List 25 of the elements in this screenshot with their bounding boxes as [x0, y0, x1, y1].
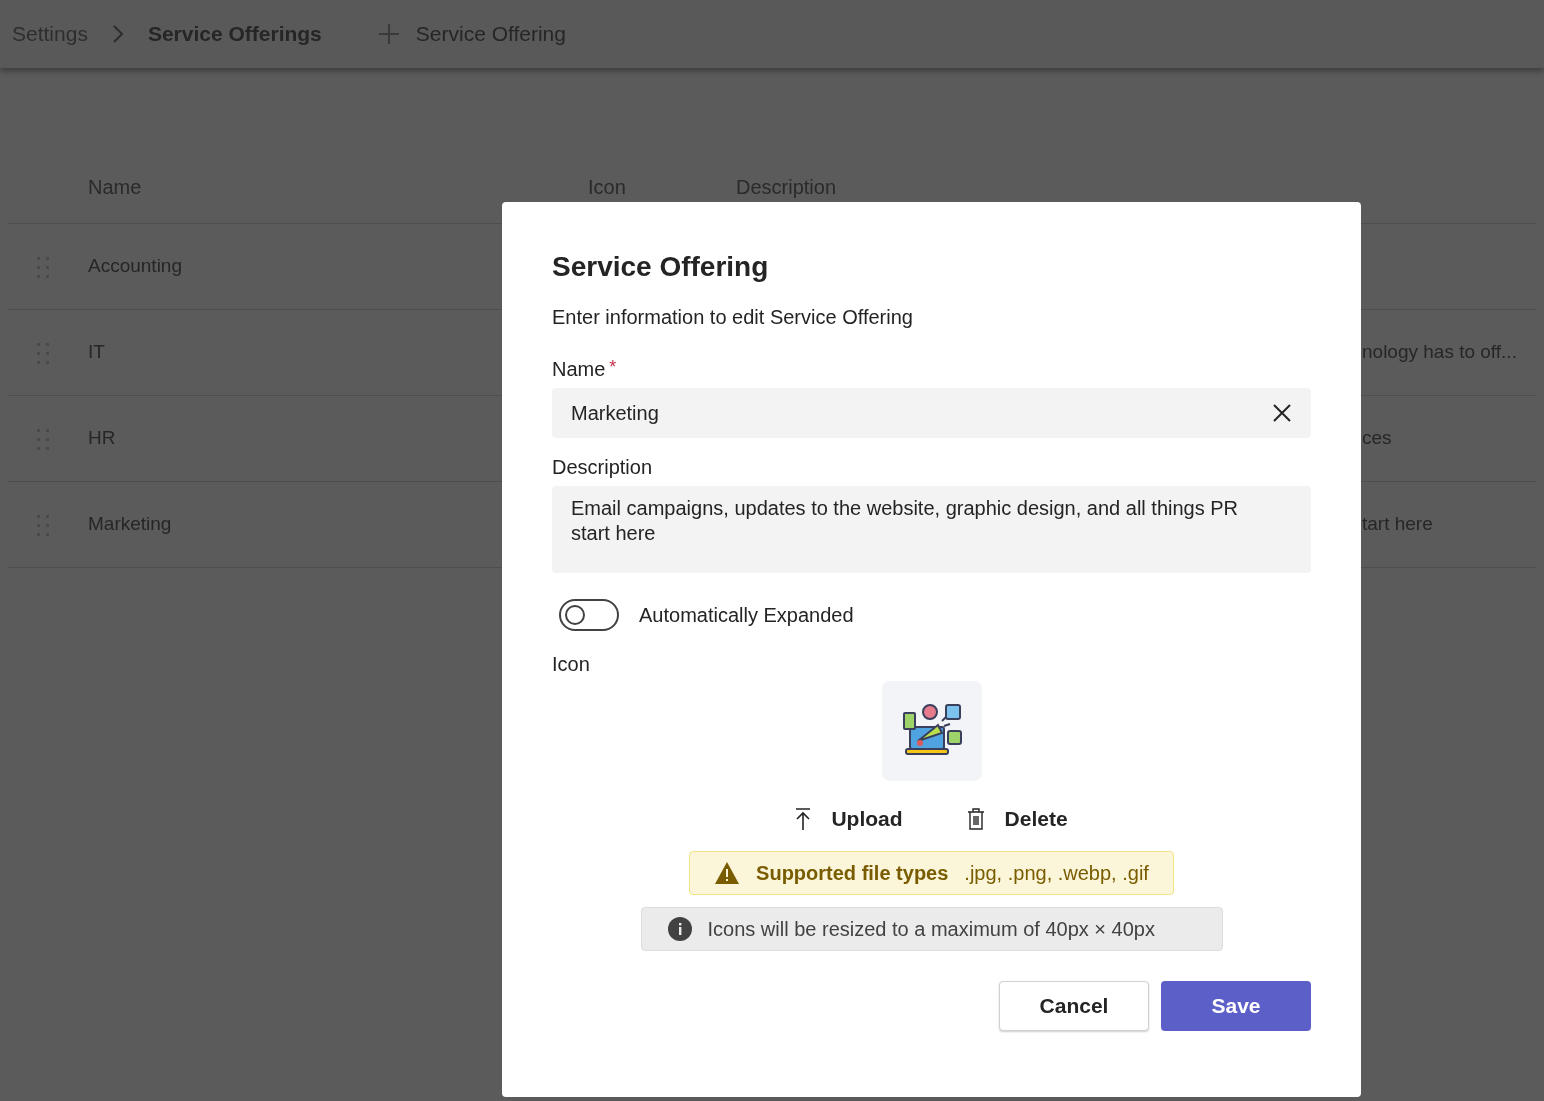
- warning-text: .jpg, .png, .webp, .gif: [964, 860, 1149, 886]
- field-label: Description: [552, 455, 654, 480]
- trash-icon: [966, 806, 985, 831]
- warning-title: Supported file types: [756, 860, 949, 886]
- chevron-right-icon: [111, 24, 124, 44]
- upload-button[interactable]: Upload: [795, 803, 903, 835]
- field-label: Icon: [552, 652, 591, 677]
- name-input[interactable]: Marketing: [571, 398, 1171, 428]
- description-field[interactable]: Email campaigns, updates to the website, graphic design, and all things PR start here: [552, 486, 1311, 573]
- plus-icon: [377, 23, 400, 45]
- toggle-switch[interactable]: [559, 599, 619, 631]
- name-field[interactable]: Marketing: [552, 388, 1311, 438]
- info-icon: [667, 916, 692, 941]
- warning-icon: [714, 860, 741, 885]
- cancel-button[interactable]: Cancel: [999, 980, 1149, 1031]
- field-label: Name: [552, 357, 606, 382]
- upload-icon: [795, 806, 812, 831]
- info-text: Icons will be resized to a maximum of 40px × 40px: [707, 916, 1155, 942]
- dialog-title: Service Offering: [552, 250, 770, 284]
- delete-button[interactable]: Delete: [966, 803, 1068, 835]
- toggle-label: Automatically Expanded: [639, 603, 854, 628]
- save-button[interactable]: Save: [1161, 980, 1311, 1031]
- close-icon[interactable]: [1272, 403, 1292, 423]
- required-mark: *: [609, 356, 617, 379]
- dialog-subtitle: Enter information to edit Service Offering: [552, 305, 914, 330]
